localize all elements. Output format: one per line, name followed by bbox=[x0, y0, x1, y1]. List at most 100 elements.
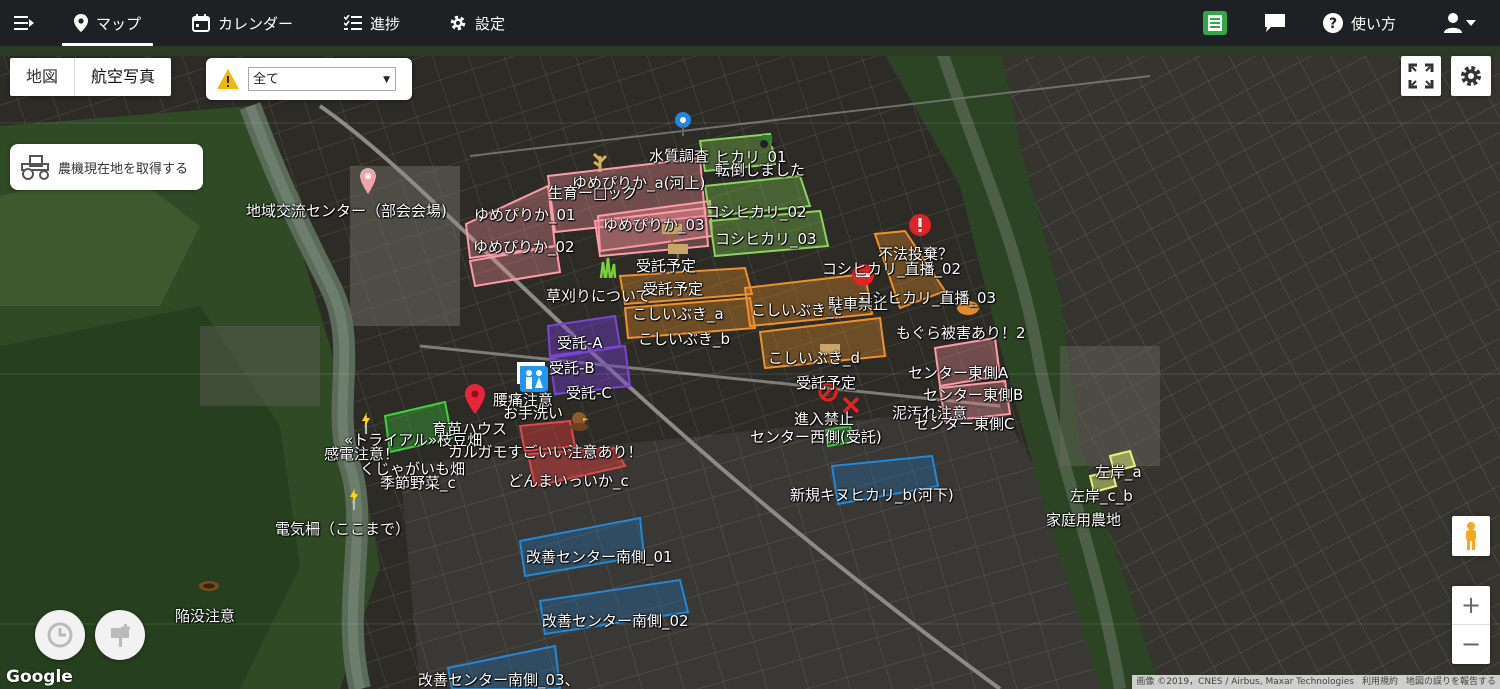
water-survey-pin-icon[interactable] bbox=[674, 112, 692, 136]
filter-select[interactable]: 全て ▼ bbox=[248, 67, 396, 91]
map-pin-icon[interactable] bbox=[465, 384, 485, 414]
electric-fence-icon[interactable] bbox=[346, 488, 362, 510]
crop-icon[interactable] bbox=[590, 150, 610, 172]
map-label[interactable]: 電気柵（ここまで） bbox=[275, 518, 410, 539]
history-button[interactable] bbox=[35, 610, 85, 660]
map-label[interactable]: センター西側(受託) bbox=[750, 426, 882, 447]
map-label[interactable]: 受託-C bbox=[566, 382, 612, 403]
alert-icon[interactable] bbox=[909, 214, 931, 236]
user-icon bbox=[1444, 13, 1462, 33]
map-pin-icon[interactable] bbox=[360, 168, 376, 194]
map-label[interactable]: お手洗い bbox=[503, 402, 563, 423]
imagery-attribution: 画像 ©2019，CNES / Airbus, Maxar Technologi… bbox=[1136, 677, 1354, 687]
map-pin-icon bbox=[74, 14, 88, 32]
menu-collapse-icon bbox=[14, 16, 34, 30]
clock-icon bbox=[47, 622, 73, 648]
map-label[interactable]: センター東側C bbox=[914, 413, 1014, 434]
nav-tab-map[interactable]: マップ bbox=[62, 0, 154, 46]
alert-filter: 全て ▼ bbox=[206, 58, 412, 100]
nav-tab-label: 設定 bbox=[475, 14, 506, 33]
map-label[interactable]: こしいぶき_d bbox=[768, 347, 860, 368]
street-view-pegman[interactable] bbox=[1452, 516, 1490, 556]
fullscreen-button[interactable] bbox=[1401, 56, 1441, 96]
filter-selected-value: 全て bbox=[253, 72, 280, 87]
user-menu-button[interactable] bbox=[1444, 0, 1476, 46]
map-label[interactable]: 受託予定 bbox=[643, 278, 703, 299]
gear-icon bbox=[1461, 66, 1481, 86]
map-label[interactable]: 家庭用農地 bbox=[1046, 509, 1121, 530]
satellite-map[interactable]: 水質調査 ヒカリ_01 転倒しました ゆめぴりか_a(河上) 生育ー□ック 地域… bbox=[0, 46, 1500, 689]
add-sign-icon bbox=[111, 624, 130, 647]
map-label[interactable]: 地域交流センター（部会会場) bbox=[246, 200, 447, 221]
menu-toggle-button[interactable] bbox=[14, 0, 36, 46]
map-label[interactable]: 季節野菜_c bbox=[380, 472, 456, 493]
map-label[interactable]: こしいぶき_a bbox=[632, 303, 724, 324]
pegman-icon bbox=[1466, 522, 1476, 550]
nav-tab-calendar[interactable]: カレンダー bbox=[192, 0, 293, 46]
map-type-map-button[interactable]: 地図 bbox=[10, 58, 74, 96]
map-label[interactable]: 受託-A bbox=[557, 332, 603, 353]
zoom-control: + − bbox=[1452, 586, 1490, 664]
help-icon: ? bbox=[1323, 13, 1343, 33]
map-imagery bbox=[0, 46, 1500, 689]
help-button[interactable]: ? 使い方 bbox=[1323, 0, 1396, 46]
map-label[interactable]: センター東側A bbox=[908, 362, 1008, 383]
help-label: 使い方 bbox=[1351, 14, 1397, 33]
tractor-location-button[interactable]: 農機現在地を取得する bbox=[10, 144, 203, 190]
map-label[interactable]: こしいぶき_c bbox=[751, 299, 842, 320]
terms-link[interactable]: 利用規約 bbox=[1362, 675, 1398, 689]
nav-tab-progress[interactable]: 進捗 bbox=[344, 0, 400, 46]
map-label[interactable]: 水質調査 bbox=[649, 145, 709, 166]
map-label[interactable]: コシヒカリ_02 bbox=[705, 201, 807, 222]
zoom-out-button[interactable]: − bbox=[1452, 624, 1490, 663]
report-error-link[interactable]: 地図の誤りを報告する bbox=[1406, 675, 1496, 689]
map-label[interactable]: コシヒカリ_直播_02 bbox=[822, 258, 961, 279]
duck-icon[interactable] bbox=[568, 410, 590, 432]
nav-tab-settings[interactable]: 設定 bbox=[449, 0, 505, 46]
map-label[interactable]: 生育ー□ック bbox=[548, 182, 637, 203]
map-label[interactable]: 改善センター南側_01 bbox=[526, 546, 673, 567]
map-type-control: 地図 航空写真 bbox=[10, 58, 172, 96]
map-label[interactable]: 受託予定 bbox=[636, 255, 696, 276]
map-label[interactable]: コシヒカリ_03 bbox=[715, 228, 817, 249]
map-label[interactable]: 受託予定 bbox=[796, 372, 856, 393]
map-label[interactable]: カルガモすごいい注意あり！ bbox=[448, 441, 643, 462]
top-nav-bar: マップ カレンダー 進捗 設定 ? 使い方 bbox=[0, 0, 1500, 46]
map-label[interactable]: こしいぶき_b bbox=[638, 328, 730, 349]
map-label[interactable]: 陥没注意 bbox=[175, 605, 235, 626]
warning-icon bbox=[217, 69, 239, 89]
map-label[interactable]: 転倒しました bbox=[715, 159, 805, 180]
map-label[interactable]: コシヒカリ_直播_03 bbox=[857, 287, 996, 308]
fullscreen-icon bbox=[1408, 63, 1434, 89]
nav-tab-label: 進捗 bbox=[370, 14, 401, 33]
sinkhole-icon[interactable] bbox=[198, 580, 220, 592]
messages-button[interactable] bbox=[1265, 0, 1285, 46]
map-label[interactable]: 改善センター南側_02 bbox=[542, 610, 689, 631]
minus-icon: − bbox=[1460, 630, 1482, 658]
map-label[interactable]: 新規キヌヒカリ_b(河下) bbox=[790, 484, 954, 505]
add-marker-button[interactable] bbox=[95, 610, 145, 660]
tractor-button-label: 農機現在地を取得する bbox=[58, 161, 189, 177]
nav-tab-label: マップ bbox=[96, 14, 142, 33]
field-book-button[interactable] bbox=[1203, 0, 1227, 46]
map-label[interactable]: ゆめぴりか_01 bbox=[474, 204, 576, 225]
select-caret-icon: ▼ bbox=[383, 75, 390, 85]
plus-icon: + bbox=[1460, 591, 1482, 619]
grass-icon[interactable] bbox=[597, 256, 619, 278]
calendar-icon bbox=[192, 14, 210, 32]
map-label[interactable]: どんまいっいか_c bbox=[508, 470, 629, 491]
map-label[interactable]: 左岸_a bbox=[1095, 461, 1142, 482]
zoom-in-button[interactable]: + bbox=[1452, 586, 1490, 624]
map-label[interactable]: 受託-B bbox=[549, 357, 595, 378]
chevron-down-icon bbox=[1466, 20, 1476, 26]
map-label[interactable]: もぐら被害あり！2 bbox=[896, 322, 1026, 343]
map-type-aerial-button[interactable]: 航空写真 bbox=[74, 58, 171, 96]
chat-icon bbox=[1265, 14, 1285, 32]
map-settings-button[interactable] bbox=[1451, 56, 1491, 96]
map-label[interactable]: ゆめぴりか_02 bbox=[473, 236, 575, 257]
map-label[interactable]: ゆめぴりか_03 bbox=[603, 214, 705, 235]
tractor-icon bbox=[21, 155, 49, 180]
nav-tab-label: カレンダー bbox=[218, 14, 294, 33]
map-label[interactable]: 左岸_c_b bbox=[1070, 485, 1133, 506]
map-label[interactable]: 改善センター南側_03、 bbox=[418, 669, 580, 689]
